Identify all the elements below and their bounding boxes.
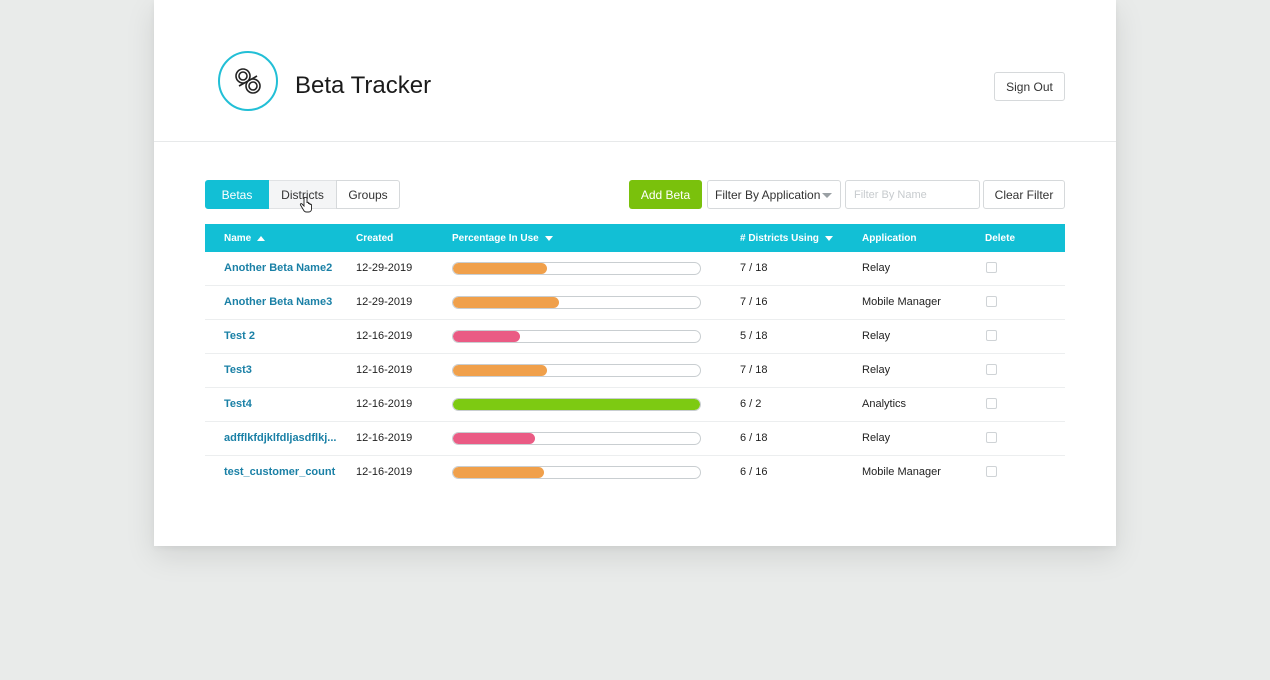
districts-count: 6 / 2 [740, 398, 762, 410]
districts-count: 7 / 16 [740, 296, 768, 308]
application-name: Analytics [862, 398, 907, 410]
tab-groups[interactable]: Groups [336, 180, 400, 209]
percentage-bar-fill [453, 331, 520, 342]
table-body: Another Beta Name2 12-29-2019 7 / 18 Rel… [205, 252, 1065, 489]
districts-count: 6 / 16 [740, 466, 768, 478]
created-date: 12-29-2019 [356, 262, 413, 274]
beta-name-link[interactable]: Test4 [224, 388, 346, 420]
created-date: 12-16-2019 [356, 466, 413, 478]
beta-name-link[interactable]: Test3 [224, 354, 346, 386]
districts-count: 7 / 18 [740, 262, 768, 274]
filter-by-name-input[interactable] [845, 180, 980, 209]
created-date: 12-16-2019 [356, 398, 413, 410]
beta-name-link[interactable]: adfflkfdjklfdljasdflkj... [224, 422, 346, 454]
districts-count: 5 / 18 [740, 330, 768, 342]
created-date: 12-16-2019 [356, 330, 413, 342]
table-row: Another Beta Name2 12-29-2019 7 / 18 Rel… [205, 252, 1065, 286]
application-name: Relay [862, 262, 891, 274]
tab-betas[interactable]: Betas [205, 180, 269, 209]
column-header-delete: Delete [985, 232, 1016, 244]
app-title: Beta Tracker [295, 72, 432, 99]
application-name: Relay [862, 364, 891, 376]
filter-by-application-select[interactable]: Filter By Application [707, 180, 841, 209]
table-row: adfflkfdjklfdljasdflkj... 12-16-2019 6 /… [205, 422, 1065, 456]
percentage-bar [452, 262, 701, 275]
districts-count: 7 / 18 [740, 364, 768, 376]
percentage-bar [452, 432, 701, 445]
delete-checkbox[interactable] [986, 398, 997, 409]
percentage-bar [452, 364, 701, 377]
percentage-bar-fill [453, 365, 547, 376]
beta-name-link[interactable]: Test 2 [224, 320, 346, 352]
beta-name-link[interactable]: test_customer_count [224, 456, 346, 488]
table-row: Test 2 12-16-2019 5 / 18 Relay [205, 320, 1065, 354]
column-header-created[interactable]: Created [356, 224, 393, 252]
table-row: test_customer_count 12-16-2019 6 / 16 Mo… [205, 456, 1065, 489]
beta-name-link[interactable]: Another Beta Name2 [224, 252, 346, 284]
percentage-bar-fill [453, 263, 547, 274]
table-header: Name Created Percentage In Use # Distric… [205, 224, 1065, 252]
percentage-bar-fill [453, 467, 545, 478]
percentage-bar-fill [453, 297, 560, 308]
sort-descending-icon [824, 235, 833, 241]
column-header-name[interactable]: Name [224, 224, 266, 252]
application-name: Mobile Manager [862, 296, 941, 308]
delete-checkbox[interactable] [986, 296, 997, 307]
application-name: Relay [862, 432, 891, 444]
sort-descending-icon [544, 235, 553, 241]
sort-ascending-icon [257, 235, 266, 241]
percentage-bar-fill [453, 399, 700, 410]
logo-icon [218, 51, 278, 111]
percentage-bar-fill [453, 433, 535, 444]
delete-checkbox[interactable] [986, 432, 997, 443]
chevron-down-icon [822, 193, 832, 198]
created-date: 12-29-2019 [356, 296, 413, 308]
delete-checkbox[interactable] [986, 364, 997, 375]
add-beta-button[interactable]: Add Beta [629, 180, 702, 209]
table-row: Another Beta Name3 12-29-2019 7 / 16 Mob… [205, 286, 1065, 320]
percentage-bar [452, 330, 701, 343]
betas-table: Name Created Percentage In Use # Distric… [205, 224, 1065, 489]
created-date: 12-16-2019 [356, 364, 413, 376]
delete-checkbox[interactable] [986, 262, 997, 273]
clear-filter-button[interactable]: Clear Filter [983, 180, 1065, 209]
created-date: 12-16-2019 [356, 432, 413, 444]
application-name: Mobile Manager [862, 466, 941, 478]
districts-count: 6 / 18 [740, 432, 768, 444]
percentage-bar [452, 398, 701, 411]
hand-pointer-icon [299, 196, 313, 218]
percentage-bar [452, 296, 701, 309]
filter-application-value: Filter By Application [715, 187, 821, 202]
beta-name-link[interactable]: Another Beta Name3 [224, 286, 346, 318]
sign-out-button[interactable]: Sign Out [994, 72, 1065, 101]
header: Beta Tracker Sign Out [154, 0, 1116, 142]
delete-checkbox[interactable] [986, 466, 997, 477]
percentage-bar [452, 466, 701, 479]
column-header-districts[interactable]: # Districts Using [740, 224, 833, 252]
table-row: Test4 12-16-2019 6 / 2 Analytics [205, 388, 1065, 422]
application-name: Relay [862, 330, 891, 342]
column-header-percentage[interactable]: Percentage In Use [452, 224, 553, 252]
main-card: Beta Tracker Sign Out Betas Districts Gr… [154, 0, 1116, 546]
column-header-application[interactable]: Application [862, 224, 916, 252]
table-row: Test3 12-16-2019 7 / 18 Relay [205, 354, 1065, 388]
delete-checkbox[interactable] [986, 330, 997, 341]
